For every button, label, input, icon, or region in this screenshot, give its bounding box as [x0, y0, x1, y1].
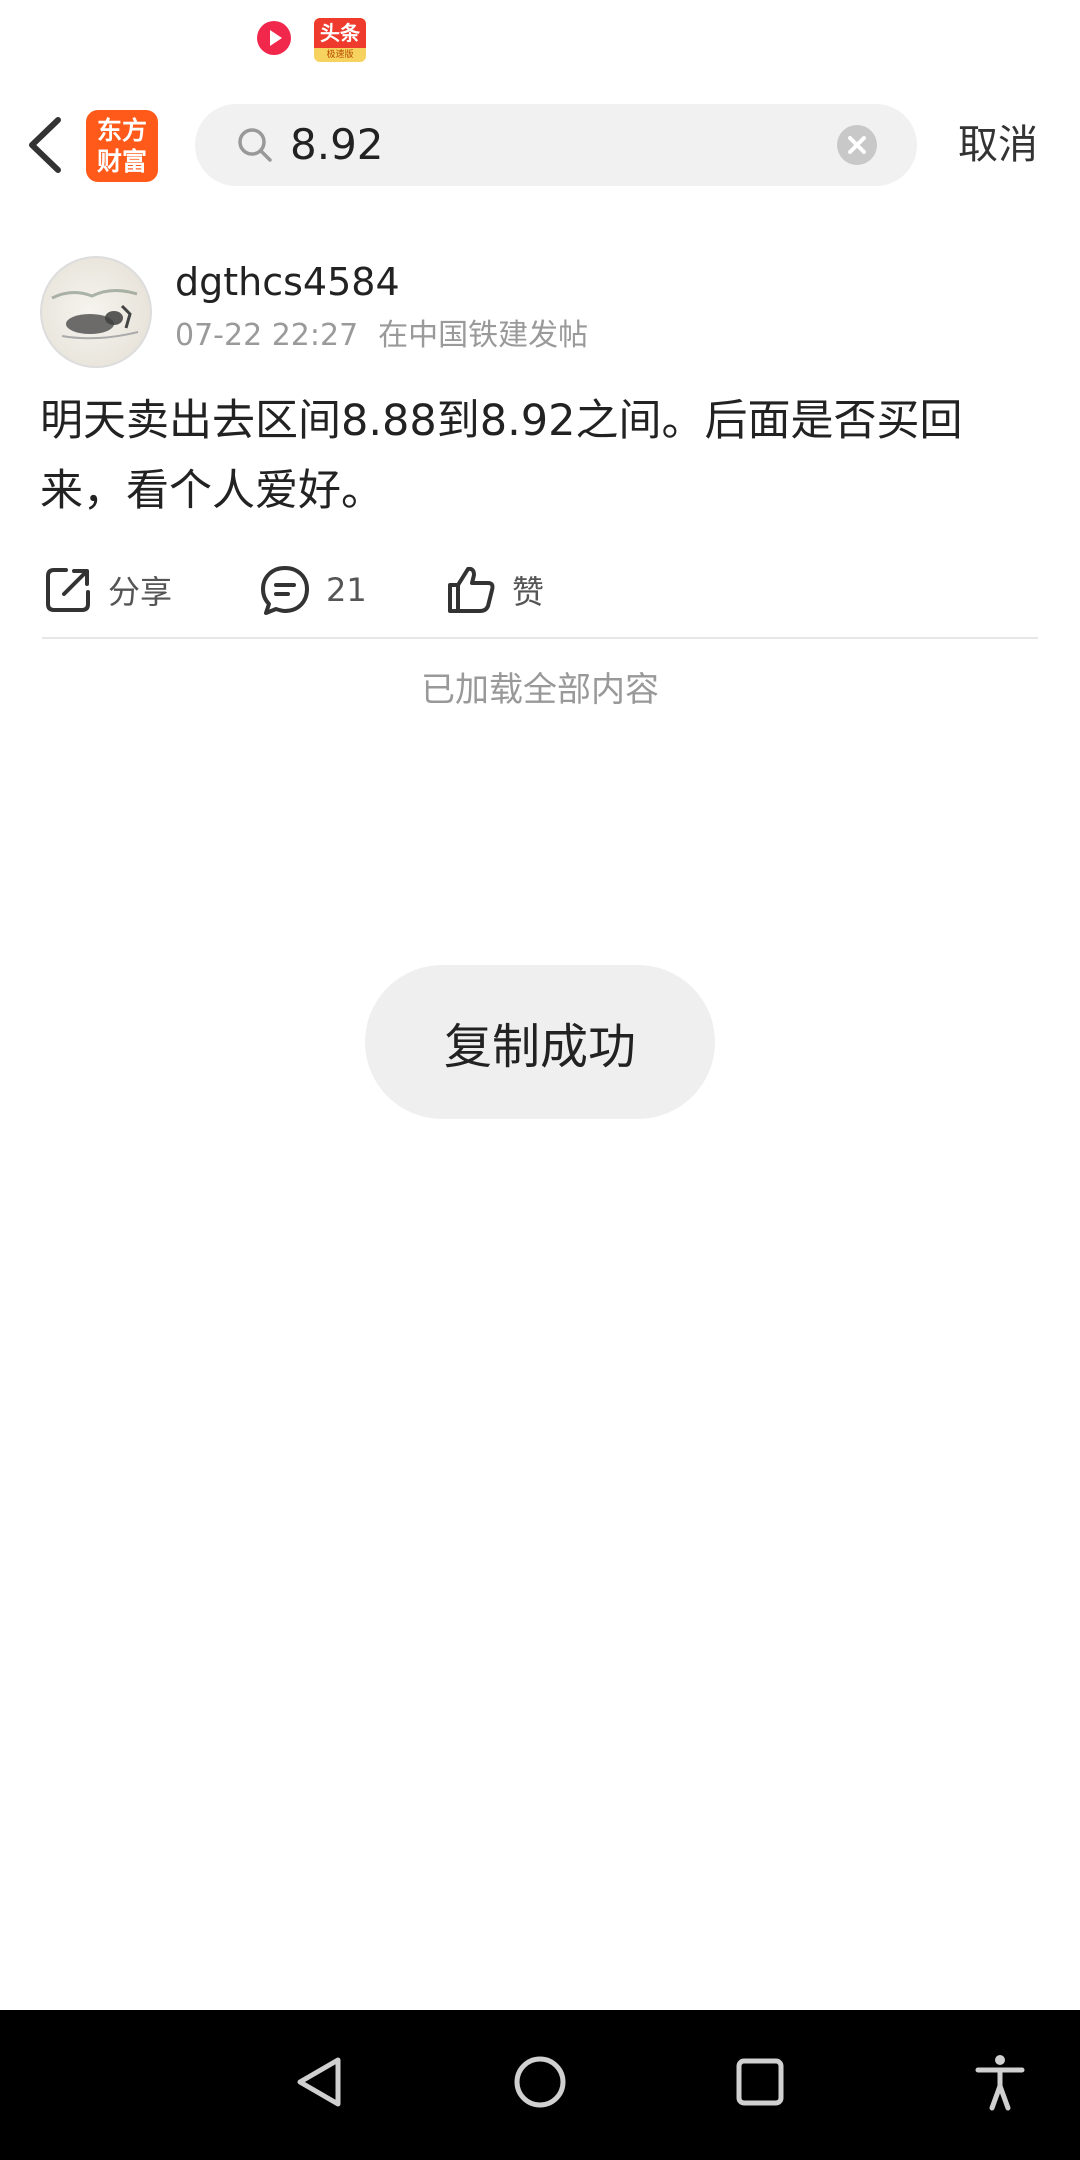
post-time: 07-22 22:27: [175, 318, 359, 353]
post-meta: 07-22 22:27 在中国铁建发帖: [175, 316, 588, 356]
comment-count: 21: [326, 571, 367, 609]
avatar[interactable]: [40, 256, 152, 368]
toutiao-app-icon: 头条 极速版: [314, 18, 366, 62]
comment-button[interactable]: 21: [258, 556, 367, 624]
post-content[interactable]: 明天卖出去区间8.88到8.92之间。后面是否买回来，看个人爱好。: [40, 386, 1040, 526]
comment-icon: [261, 566, 309, 615]
app-logo-line2: 财富: [96, 147, 147, 176]
share-icon: [46, 568, 90, 612]
divider: [42, 637, 1038, 639]
list-end-text: 已加载全部内容: [421, 670, 659, 710]
status-bar: 头条 极速版: [0, 0, 1080, 76]
share-label: 分享: [108, 573, 173, 611]
app-logo-line1: 东方: [96, 116, 147, 145]
toast-message: 复制成功: [365, 965, 715, 1119]
toutiao-badge-bottom: 极速版: [326, 50, 354, 60]
thumbs-up-icon: [448, 566, 495, 613]
cancel-button[interactable]: 取消: [958, 116, 1038, 174]
avatar-ink-painting: [51, 289, 139, 340]
toast-text: 复制成功: [443, 1019, 636, 1075]
video-app-icon: [257, 21, 291, 55]
share-button[interactable]: 分享: [42, 556, 172, 624]
toutiao-badge-top: 头条: [314, 18, 366, 48]
clear-search-icon[interactable]: [836, 124, 878, 166]
nav-recents-icon[interactable]: [730, 2052, 790, 2112]
app-logo[interactable]: 东方 财富: [86, 110, 158, 182]
back-arrow-icon[interactable]: [18, 110, 78, 180]
nav-back-icon[interactable]: [290, 2052, 350, 2112]
like-button[interactable]: 赞: [444, 556, 544, 624]
search-icon: [238, 128, 272, 162]
like-label: 赞: [512, 573, 545, 611]
post-location[interactable]: 在中国铁建发帖: [378, 318, 588, 353]
username[interactable]: dgthcs4584: [175, 258, 400, 306]
search-query-text[interactable]: 8.92: [290, 116, 384, 174]
nav-home-icon[interactable]: [510, 2052, 570, 2112]
accessibility-icon[interactable]: [970, 2052, 1030, 2112]
